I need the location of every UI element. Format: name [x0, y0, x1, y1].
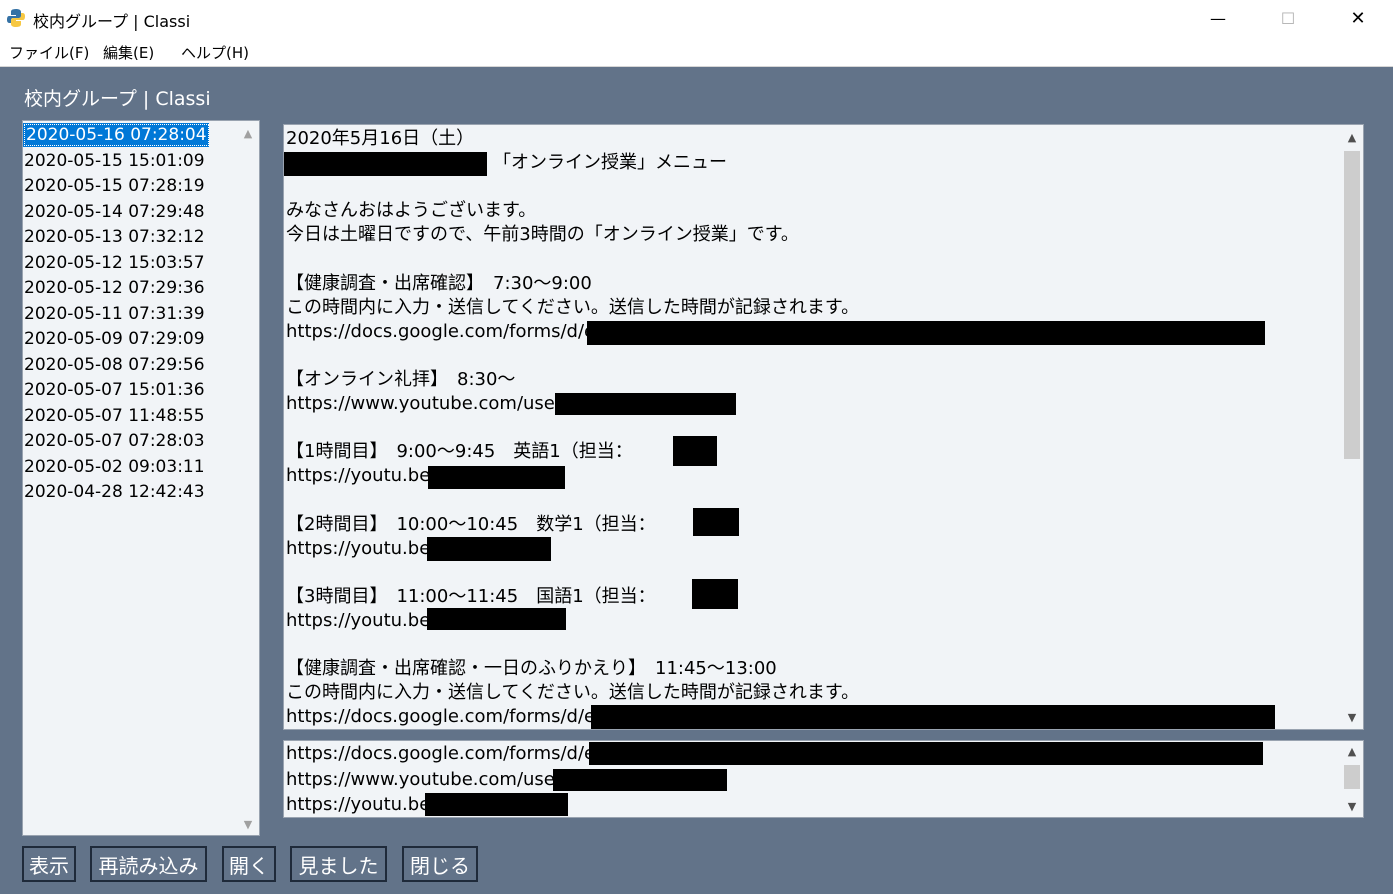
- date-label: 2020-05-07 15:01:36: [24, 380, 205, 400]
- date-label: 2020-05-15 15:01:09: [24, 150, 205, 171]
- date-label: 2020-05-16 07:28:04: [24, 124, 209, 146]
- list-item[interactable]: 2020-05-11 07:31:39: [23, 302, 205, 326]
- redaction: [587, 321, 1265, 345]
- list-item[interactable]: 2020-04-28 12:42:43: [23, 480, 205, 504]
- show-button[interactable]: 表示: [22, 846, 76, 882]
- message-line: 今日は土曜日ですので、午前3時間の「オンライン授業」です。: [286, 224, 799, 246]
- date-label: 2020-05-12 15:03:57: [24, 252, 205, 273]
- close-window-button[interactable]: ✕: [1323, 0, 1393, 36]
- scroll-thumb[interactable]: [1344, 765, 1360, 789]
- list-item[interactable]: 2020-05-07 11:48:55: [23, 404, 205, 428]
- open-button[interactable]: 開く: [222, 846, 276, 882]
- message-line: この時間内に入力・送信してください。送信した時間が記録されます。: [286, 682, 860, 704]
- message-line: [286, 488, 1336, 512]
- date-label: 2020-05-12 07:29:36: [24, 278, 205, 298]
- list-item[interactable]: 2020-05-13 07:32:12: [23, 225, 205, 249]
- maximize-button[interactable]: ☐: [1253, 0, 1323, 36]
- list-item[interactable]: 2020-05-15 15:01:09: [23, 149, 205, 173]
- content-scrollbar[interactable]: ▲ ▼: [1341, 125, 1363, 729]
- message-line: [286, 247, 1336, 271]
- message-line: [286, 175, 1336, 199]
- links-panel[interactable]: https://docs.google.com/forms/d/e/https:…: [283, 740, 1364, 818]
- date-label: 2020-05-07 07:28:03: [24, 431, 205, 451]
- link-line[interactable]: https://www.youtube.com/user/: [286, 767, 1336, 793]
- scroll-up-icon[interactable]: ▲: [1341, 127, 1363, 147]
- redaction: [425, 793, 568, 816]
- scroll-up-icon[interactable]: ▲: [1341, 742, 1363, 760]
- seen-button[interactable]: 見ました: [290, 846, 387, 882]
- list-item[interactable]: 2020-05-15 07:28:19: [23, 174, 205, 198]
- message-line: 【3時間目】 11:00～11:45 国語1（担当： ）: [286, 585, 719, 607]
- date-label: 2020-04-28 12:42:43: [24, 482, 205, 502]
- message-line: 【1時間目】 9:00～9:45 英語1（担当： ）: [286, 441, 696, 463]
- date-label: 2020-05-15 07:28:19: [24, 176, 205, 196]
- date-label: 2020-05-09 07:29:09: [24, 329, 205, 349]
- list-item[interactable]: 2020-05-12 07:29:36: [23, 276, 205, 300]
- message-line: [286, 561, 1336, 585]
- message-line: 【2時間目】 10:00～10:45 数学1（担当： ）: [286, 513, 719, 535]
- message-line: 【健康調査・出席確認・一日のふりかえり】 11:45～13:00: [286, 658, 777, 680]
- date-label: 2020-05-02 09:03:11: [24, 456, 205, 477]
- list-item[interactable]: 2020-05-16 07:28:04: [23, 123, 209, 147]
- menu-edit[interactable]: 編集(E): [103, 42, 154, 63]
- list-scrollbar[interactable]: ▲ ▼: [237, 121, 259, 835]
- minimize-button[interactable]: —: [1183, 0, 1253, 36]
- message-content-panel[interactable]: 2020年5月16日（土） 「オンライン授業」メニュー みなさんおはようございま…: [283, 124, 1364, 730]
- list-item[interactable]: 2020-05-09 07:29:09: [23, 327, 205, 351]
- message-date-list[interactable]: 2020-05-16 07:28:04 2020-05-15 15:01:09 20…: [22, 120, 260, 836]
- date-label: 2020-05-08 07:29:56: [24, 354, 205, 375]
- message-line: [286, 416, 1336, 440]
- menu-bar: ファイル(F) 編集(E) ヘルプ(H): [0, 36, 1393, 67]
- scroll-down-icon[interactable]: ▼: [1341, 797, 1363, 815]
- message-line: [286, 344, 1336, 368]
- close-button[interactable]: 閉じる: [402, 846, 478, 882]
- date-label: 2020-05-14 07:29:48: [24, 201, 205, 222]
- message-line: この時間内に入力・送信してください。送信した時間が記録されます。: [286, 296, 860, 318]
- menu-file[interactable]: ファイル(F): [9, 42, 89, 63]
- redaction: [553, 769, 727, 791]
- redaction: [555, 393, 736, 415]
- scroll-thumb[interactable]: [1344, 151, 1360, 459]
- scroll-down-icon[interactable]: ▼: [1341, 707, 1363, 727]
- message-line: みなさんおはようございます。: [286, 200, 537, 222]
- message-text: 2020年5月16日（土） 「オンライン授業」メニュー みなさんおはようございま…: [286, 127, 1336, 727]
- redaction: [692, 579, 738, 609]
- date-label: 2020-05-11 07:31:39: [24, 303, 205, 324]
- message-line: [286, 633, 1336, 657]
- message-line: 【オンライン礼拝】 8:30～: [286, 368, 516, 390]
- message-line: 2020年5月16日（土）: [286, 128, 475, 149]
- redaction: [284, 152, 487, 176]
- list-item[interactable]: 2020-05-12 15:03:57: [23, 251, 205, 275]
- redaction: [591, 705, 1275, 729]
- scroll-up-icon[interactable]: ▲: [237, 123, 259, 143]
- redaction: [427, 608, 566, 630]
- list-item[interactable]: 2020-05-07 07:28:03: [23, 429, 205, 453]
- menu-help[interactable]: ヘルプ(H): [181, 42, 249, 63]
- date-label: 2020-05-07 11:48:55: [24, 405, 205, 426]
- list-item[interactable]: 2020-05-14 07:29:48: [23, 200, 205, 224]
- message-line: https://www.youtube.com/user/: [286, 393, 569, 415]
- scroll-down-icon[interactable]: ▼: [237, 814, 259, 834]
- links-scrollbar[interactable]: ▲ ▼: [1341, 741, 1363, 817]
- date-label: 2020-05-13 07:32:12: [24, 227, 205, 247]
- reload-button[interactable]: 再読み込み: [90, 846, 207, 882]
- message-line: 【健康調査・出席確認】 7:30～9:00: [286, 272, 592, 294]
- title-bar: 校内グループ | Classi — ☐ ✕: [0, 0, 1393, 36]
- list-item[interactable]: 2020-05-02 09:03:11: [23, 455, 205, 479]
- redaction: [673, 436, 717, 466]
- list-item[interactable]: 2020-05-08 07:29:56: [23, 353, 205, 377]
- redaction: [693, 508, 739, 536]
- redaction: [428, 466, 565, 489]
- window-title: 校内グループ | Classi: [33, 12, 191, 31]
- redaction: [427, 537, 551, 561]
- python-app-icon: [7, 9, 25, 27]
- page-heading: 校内グループ | Classi: [24, 88, 211, 110]
- list-item[interactable]: 2020-05-07 15:01:36: [23, 378, 205, 402]
- redaction: [589, 742, 1263, 765]
